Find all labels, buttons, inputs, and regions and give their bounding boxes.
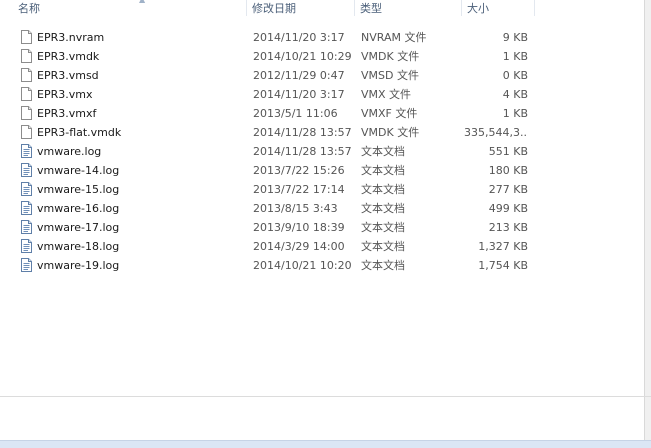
- file-size: 180 KB: [488, 164, 528, 177]
- file-name: vmware-15.log: [37, 183, 120, 196]
- status-bar: [0, 440, 651, 448]
- column-header-bar: 名称 ▲ 修改日期 类型 大小: [0, 0, 651, 18]
- text-document-icon: [21, 239, 32, 253]
- file-name: vmware-19.log: [37, 259, 120, 272]
- file-date-modified: 2013/9/10 18:39: [253, 221, 345, 234]
- file-size: 335,544,3...: [464, 126, 528, 139]
- file-size: 0 KB: [502, 69, 528, 82]
- file-size: 213 KB: [488, 221, 528, 234]
- file-size: 9 KB: [502, 31, 528, 44]
- file-date-modified: 2014/10/21 10:20: [253, 259, 352, 272]
- file-type: 文本文档: [361, 259, 405, 272]
- column-header-date-label: 修改日期: [252, 2, 296, 15]
- file-date-modified: 2014/3/29 14:00: [253, 240, 345, 253]
- file-name: EPR3.vmsd: [37, 69, 99, 82]
- column-header-size[interactable]: 大小: [463, 0, 533, 18]
- generic-file-icon: [21, 87, 32, 101]
- column-header-name[interactable]: 名称 ▲: [14, 0, 246, 18]
- file-type: 文本文档: [361, 145, 405, 158]
- column-header-type[interactable]: 类型: [356, 0, 460, 18]
- file-date-modified: 2013/8/15 3:43: [253, 202, 338, 215]
- file-name: vmware.log: [37, 145, 102, 158]
- file-type: VMX 文件: [361, 88, 412, 101]
- file-row[interactable]: EPR3.vmxf 2013/5/1 11:06 VMXF 文件 1 KB: [0, 104, 640, 123]
- file-row[interactable]: vmware.log 2014/11/28 13:57 文本文档 551 KB: [0, 142, 640, 161]
- text-document-icon: [21, 220, 32, 234]
- text-document-icon: [21, 182, 32, 196]
- file-explorer-window: 名称 ▲ 修改日期 类型 大小 EPR3.nvram 2014/11/20 3:…: [0, 0, 651, 448]
- generic-file-icon: [21, 125, 32, 139]
- text-document-icon: [21, 201, 32, 215]
- right-pane-edge: [644, 0, 651, 448]
- file-row[interactable]: vmware-19.log 2014/10/21 10:20 文本文档 1,75…: [0, 256, 640, 275]
- sort-arrow-icon: ▲: [139, 0, 145, 4]
- generic-file-icon: [21, 68, 32, 82]
- file-row[interactable]: EPR3.vmx 2014/11/20 3:17 VMX 文件 4 KB: [0, 85, 640, 104]
- column-header-date[interactable]: 修改日期: [248, 0, 354, 18]
- file-row[interactable]: vmware-15.log 2013/7/22 17:14 文本文档 277 K…: [0, 180, 640, 199]
- file-name: vmware-18.log: [37, 240, 120, 253]
- file-row[interactable]: EPR3-flat.vmdk 2014/11/28 13:57 VMDK 文件 …: [0, 123, 640, 142]
- file-name: EPR3.vmxf: [37, 107, 97, 120]
- text-document-icon: [21, 163, 32, 177]
- file-row[interactable]: EPR3.vmsd 2012/11/29 0:47 VMSD 文件 0 KB: [0, 66, 640, 85]
- file-row[interactable]: EPR3.vmdk 2014/10/21 10:29 VMDK 文件 1 KB: [0, 47, 640, 66]
- file-date-modified: 2012/11/29 0:47: [253, 69, 345, 82]
- file-size: 1 KB: [502, 107, 528, 120]
- generic-file-icon: [21, 30, 32, 44]
- file-type: VMXF 文件: [361, 107, 418, 120]
- file-date-modified: 2014/10/21 10:29: [253, 50, 352, 63]
- file-row[interactable]: vmware-17.log 2013/9/10 18:39 文本文档 213 K…: [0, 218, 640, 237]
- file-date-modified: 2013/7/22 17:14: [253, 183, 345, 196]
- file-row[interactable]: vmware-16.log 2013/8/15 3:43 文本文档 499 KB: [0, 199, 640, 218]
- file-type: NVRAM 文件: [361, 31, 427, 44]
- column-header-size-label: 大小: [467, 2, 489, 15]
- file-date-modified: 2014/11/28 13:57: [253, 145, 352, 158]
- file-row[interactable]: EPR3.nvram 2014/11/20 3:17 NVRAM 文件 9 KB: [0, 28, 640, 47]
- file-name: vmware-16.log: [37, 202, 120, 215]
- file-type: 文本文档: [361, 164, 405, 177]
- file-name: vmware-17.log: [37, 221, 120, 234]
- file-type: 文本文档: [361, 202, 405, 215]
- file-row[interactable]: vmware-14.log 2013/7/22 15:26 文本文档 180 K…: [0, 161, 640, 180]
- text-document-icon: [21, 258, 32, 272]
- file-date-modified: 2013/5/1 11:06: [253, 107, 338, 120]
- file-name: EPR3-flat.vmdk: [37, 126, 122, 139]
- text-document-icon: [21, 144, 32, 158]
- file-type: 文本文档: [361, 240, 405, 253]
- file-type: 文本文档: [361, 221, 405, 234]
- column-header-type-label: 类型: [360, 2, 382, 15]
- column-separator[interactable]: [534, 0, 535, 16]
- generic-file-icon: [21, 106, 32, 120]
- file-size: 4 KB: [502, 88, 528, 101]
- column-separator[interactable]: [461, 0, 462, 16]
- file-size: 277 KB: [488, 183, 528, 196]
- right-pane-border: [644, 0, 645, 448]
- file-name: EPR3.vmx: [37, 88, 93, 101]
- file-type: VMSD 文件: [361, 69, 419, 82]
- file-type: 文本文档: [361, 183, 405, 196]
- status-divider: [0, 396, 651, 397]
- file-size: 1,327 KB: [478, 240, 528, 253]
- file-name: EPR3.vmdk: [37, 50, 100, 63]
- file-type: VMDK 文件: [361, 50, 420, 63]
- file-type: VMDK 文件: [361, 126, 420, 139]
- file-size: 1,754 KB: [478, 259, 528, 272]
- generic-file-icon: [21, 49, 32, 63]
- column-separator[interactable]: [246, 0, 247, 16]
- file-name: EPR3.nvram: [37, 31, 105, 44]
- column-separator[interactable]: [354, 0, 355, 16]
- file-date-modified: 2014/11/20 3:17: [253, 88, 345, 101]
- file-size: 1 KB: [502, 50, 528, 63]
- file-name: vmware-14.log: [37, 164, 120, 177]
- file-date-modified: 2013/7/22 15:26: [253, 164, 345, 177]
- file-size: 499 KB: [488, 202, 528, 215]
- file-date-modified: 2014/11/20 3:17: [253, 31, 345, 44]
- file-size: 551 KB: [488, 145, 528, 158]
- column-header-name-label: 名称: [18, 2, 40, 15]
- file-row[interactable]: vmware-18.log 2014/3/29 14:00 文本文档 1,327…: [0, 237, 640, 256]
- file-date-modified: 2014/11/28 13:57: [253, 126, 352, 139]
